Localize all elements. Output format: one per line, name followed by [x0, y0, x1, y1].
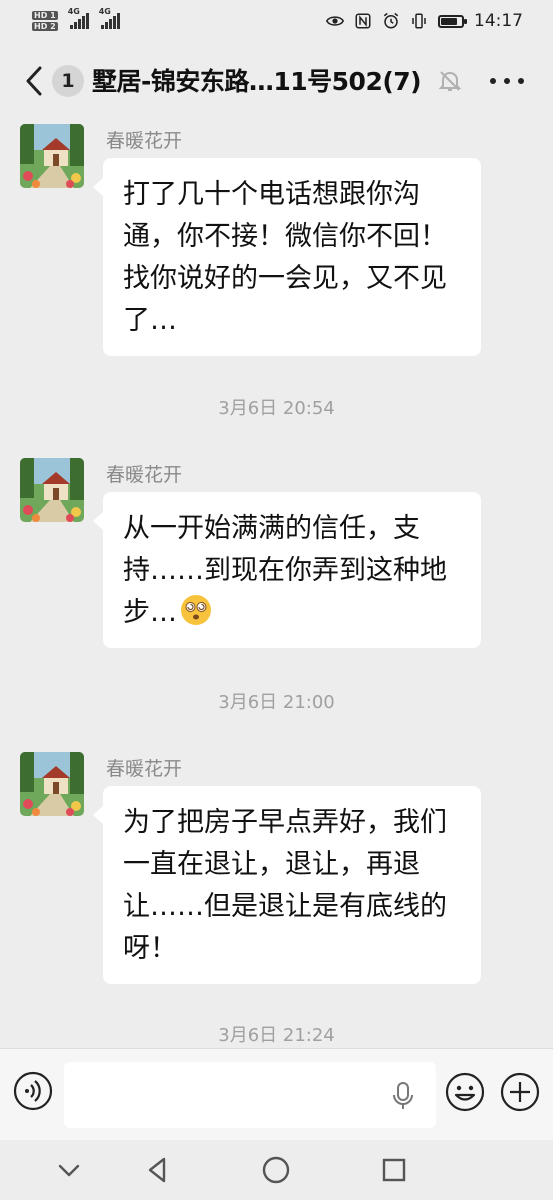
status-left: HD 1 HD 2 4G 4G	[32, 6, 120, 36]
input-bar	[0, 1048, 553, 1141]
avatar[interactable]	[20, 752, 84, 816]
message-bubble[interactable]: 从一开始满满的信任，支持……到现在你弄到这种地步…	[93, 492, 481, 648]
network-type-1: 4G	[67, 7, 80, 16]
mic-icon[interactable]	[390, 1081, 416, 1111]
eye-icon	[326, 16, 344, 26]
more-dots-icon[interactable]	[490, 69, 524, 93]
battery-icon	[438, 14, 467, 28]
hd-badges: HD 1 HD 2	[32, 11, 58, 31]
emoji-icon[interactable]	[444, 1071, 486, 1113]
message-input[interactable]	[64, 1062, 436, 1128]
status-bar: HD 1 HD 2 4G 4G 14:17	[0, 0, 553, 42]
hd-1-badge: HD 1	[32, 11, 58, 20]
status-right: 14:17	[326, 8, 523, 34]
message-bubble[interactable]: 打了几十个电话想跟你沟通，你不接！微信你不回！找你说好的一会见，又不见了…	[93, 158, 481, 356]
sender-name: 春暖花开	[106, 130, 183, 152]
sender-name: 春暖花开	[106, 464, 183, 486]
chat-title: 墅居-锦安东路…11号502(7)	[92, 67, 422, 96]
triangle-back-icon[interactable]	[142, 1154, 174, 1186]
signal-2-icon: 4G	[99, 7, 120, 29]
plus-icon[interactable]	[499, 1071, 541, 1113]
voice-icon[interactable]	[13, 1071, 53, 1111]
message-text: 从一开始满满的信任，支持……到现在你弄到这种地步…	[123, 513, 447, 628]
chevron-down-icon[interactable]	[53, 1154, 85, 1186]
square-recent-icon[interactable]	[378, 1154, 410, 1186]
nfc-icon	[355, 13, 371, 29]
message-timestamp: 3月6日 21:24	[218, 1025, 335, 1046]
avatar[interactable]	[20, 458, 84, 522]
avatar[interactable]	[20, 124, 84, 188]
chat-header: 1 墅居-锦安东路…11号502(7)	[0, 42, 553, 120]
alarm-icon	[383, 12, 399, 29]
dizzy-face-emoji-icon	[181, 595, 211, 625]
vibrate-icon	[412, 13, 426, 29]
circle-home-icon[interactable]	[260, 1154, 292, 1186]
signal-1-icon: 4G	[68, 7, 89, 29]
sender-name: 春暖花开	[106, 758, 183, 780]
status-time: 14:17	[474, 11, 523, 31]
message-timestamp: 3月6日 20:54	[218, 398, 335, 419]
message-timestamp: 3月6日 21:00	[218, 692, 335, 713]
system-nav-bar	[0, 1140, 553, 1200]
message-bubble[interactable]: 为了把房子早点弄好，我们一直在退让，退让，再退让……但是退让是有底线的呀！	[93, 786, 481, 984]
unread-count-badge[interactable]: 1	[52, 65, 84, 97]
chevron-left-icon[interactable]	[20, 64, 50, 98]
network-type-2: 4G	[98, 7, 111, 16]
bell-off-icon	[438, 71, 462, 91]
hd-2-badge: HD 2	[32, 22, 58, 31]
